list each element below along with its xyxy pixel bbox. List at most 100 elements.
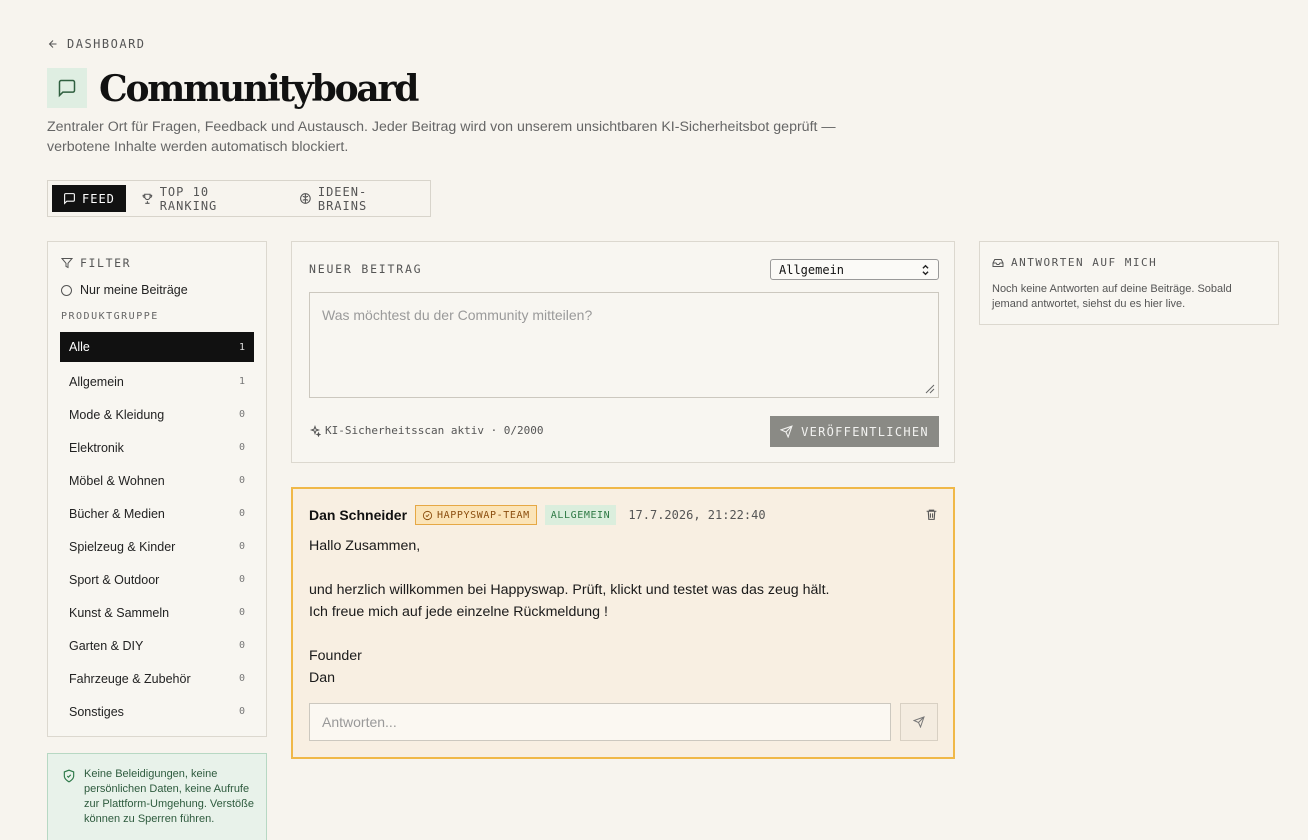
only-mine-label: Nur meine Beiträge xyxy=(80,283,188,297)
post-line: Hallo Zusammen, xyxy=(309,538,421,554)
category-item-garten[interactable]: Garten & DIY 0 xyxy=(60,629,254,662)
page-title: Communityboard xyxy=(99,68,419,110)
view-tabs: FEED TOP 10 RANKING IDEEN-BRAINS xyxy=(47,180,431,217)
publish-button[interactable]: VERÖFFENTLICHEN xyxy=(770,416,939,447)
category-count: 0 xyxy=(238,640,245,651)
category-name: Sonstiges xyxy=(69,704,124,719)
category-item-sport[interactable]: Sport & Outdoor 0 xyxy=(60,563,254,596)
post-line xyxy=(309,557,929,579)
badge-check-icon xyxy=(422,510,433,520)
send-icon xyxy=(913,716,925,728)
category-item-fahrzeuge[interactable]: Fahrzeuge & Zubehör 0 xyxy=(60,662,254,695)
post-placeholder: Was möchtest du der Community mitteilen? xyxy=(322,307,593,323)
scan-text: KI-Sicherheitsscan aktiv · 0/2000 xyxy=(325,424,544,437)
safety-note: Keine Beleidigungen, keine persönlichen … xyxy=(47,753,267,840)
filter-header: FILTER xyxy=(61,256,131,270)
post-line: Founder xyxy=(309,648,362,664)
product-group-label: PRODUKTGRUPPE xyxy=(61,311,159,322)
arrow-left-icon xyxy=(48,40,57,48)
tab-label: FEED xyxy=(82,191,115,206)
back-to-dashboard-link[interactable]: DASHBOARD xyxy=(47,37,146,51)
checkbox-box[interactable] xyxy=(61,284,72,296)
trash-icon[interactable] xyxy=(925,508,938,521)
category-item-allgemein[interactable]: Allgemein 1 xyxy=(60,365,254,398)
category-count: 0 xyxy=(238,475,245,486)
tab-top10-ranking[interactable]: TOP 10 RANKING xyxy=(130,184,284,213)
reply-input[interactable]: Antworten... xyxy=(309,703,891,741)
category-name: Sport & Outdoor xyxy=(69,572,160,587)
category-name: Allgemein xyxy=(69,374,124,389)
replies-header: ANTWORTEN AUF MICH xyxy=(992,256,1157,269)
category-name: Mode & Kleidung xyxy=(69,407,165,422)
reply-placeholder: Antworten... xyxy=(322,714,397,730)
selected-category: Allgemein xyxy=(779,262,845,277)
category-item-moebel[interactable]: Möbel & Wohnen 0 xyxy=(60,464,254,497)
category-name: Alle xyxy=(69,340,90,354)
category-count: 1 xyxy=(238,376,245,387)
replies-empty-text: Noch keine Antworten auf deine Beiträge.… xyxy=(992,283,1232,310)
page-subtitle: Zentraler Ort für Fragen, Feedback und A… xyxy=(47,119,836,155)
category-badge: ALLGEMEIN xyxy=(544,505,617,525)
category-item-mode[interactable]: Mode & Kleidung 0 xyxy=(60,398,254,431)
new-post-composer: NEUER BEITRAG Allgemein Was möchtest du … xyxy=(291,241,955,463)
post-textarea[interactable]: Was möchtest du der Community mitteilen? xyxy=(309,292,939,398)
post-line: Dan xyxy=(309,670,336,686)
funnel-icon xyxy=(61,258,73,269)
sparkles-icon xyxy=(309,424,321,437)
team-badge: HAPPYSWAP-TEAM xyxy=(415,505,537,525)
category-item-alle[interactable]: Alle 1 xyxy=(60,332,254,362)
post-line: und herzlich willkommen bei Happyswap. P… xyxy=(309,582,830,598)
reply-send-button[interactable] xyxy=(900,703,938,741)
category-item-kunst[interactable]: Kunst & Sammeln 0 xyxy=(60,596,254,629)
trophy-icon xyxy=(142,193,153,204)
category-count: 0 xyxy=(238,442,245,453)
inbox-icon xyxy=(992,258,1004,267)
category-select[interactable]: Allgemein xyxy=(770,259,939,280)
post-header: Dan Schneider HAPPYSWAP-TEAM ALLGEMEIN 1… xyxy=(309,505,766,525)
tab-ideen-brains[interactable]: IDEEN-BRAINS xyxy=(288,184,426,213)
category-count: 0 xyxy=(238,409,245,420)
post-line xyxy=(309,623,929,645)
filter-panel: FILTER Nur meine Beiträge PRODUKTGRUPPE … xyxy=(47,241,267,737)
post-date: 17.7.2026, 21:22:40 xyxy=(628,508,766,522)
back-label: DASHBOARD xyxy=(67,37,146,51)
resize-grip-icon[interactable] xyxy=(925,384,935,394)
category-item-elektronik[interactable]: Elektronik 0 xyxy=(60,431,254,464)
post-author: Dan Schneider xyxy=(309,507,408,523)
post-body: Hallo Zusammen, und herzlich willkommen … xyxy=(309,535,929,689)
safety-text: Keine Beleidigungen, keine persönlichen … xyxy=(84,768,254,825)
team-badge-label: HAPPYSWAP-TEAM xyxy=(437,509,530,521)
shield-check-icon xyxy=(63,769,75,783)
category-name: Möbel & Wohnen xyxy=(69,473,165,488)
replies-panel: ANTWORTEN AUF MICH Noch keine Antworten … xyxy=(979,241,1279,325)
category-item-buecher[interactable]: Bücher & Medien 0 xyxy=(60,497,254,530)
tab-feed[interactable]: FEED xyxy=(52,185,126,212)
category-name: Elektronik xyxy=(69,440,124,455)
category-count: 1 xyxy=(238,341,245,353)
only-mine-checkbox[interactable]: Nur meine Beiträge xyxy=(61,283,188,297)
composer-label: NEUER BEITRAG xyxy=(309,262,423,276)
message-square-icon xyxy=(58,79,76,98)
category-count: 0 xyxy=(238,673,245,684)
category-name: Kunst & Sammeln xyxy=(69,605,170,620)
category-name: Spielzeug & Kinder xyxy=(69,539,176,554)
message-square-icon xyxy=(64,193,75,205)
post-line: Ich freue mich auf jede einzelne Rückmel… xyxy=(309,604,608,620)
tab-label: IDEEN-BRAINS xyxy=(317,184,368,213)
category-name: Garten & DIY xyxy=(69,638,144,653)
category-name: Fahrzeuge & Zubehör xyxy=(69,671,191,686)
category-item-sonstiges[interactable]: Sonstiges 0 xyxy=(60,695,254,728)
category-item-spielzeug[interactable]: Spielzeug & Kinder 0 xyxy=(60,530,254,563)
category-list: Alle 1 Allgemein 1 Mode & Kleidung 0 Elektr… xyxy=(60,332,254,728)
chevron-updown-icon xyxy=(922,264,929,275)
publish-label: VERÖFFENTLICHEN xyxy=(801,424,929,439)
replies-title: ANTWORTEN AUF MICH xyxy=(1011,256,1158,269)
category-name: Bücher & Medien xyxy=(69,506,165,521)
brain-icon xyxy=(300,193,311,204)
category-count: 0 xyxy=(238,541,245,552)
category-count: 0 xyxy=(238,706,245,717)
tab-label: TOP 10 RANKING xyxy=(159,184,218,213)
post-card: Dan Schneider HAPPYSWAP-TEAM ALLGEMEIN 1… xyxy=(291,487,955,759)
title-badge xyxy=(47,68,87,108)
category-count: 0 xyxy=(238,574,245,585)
